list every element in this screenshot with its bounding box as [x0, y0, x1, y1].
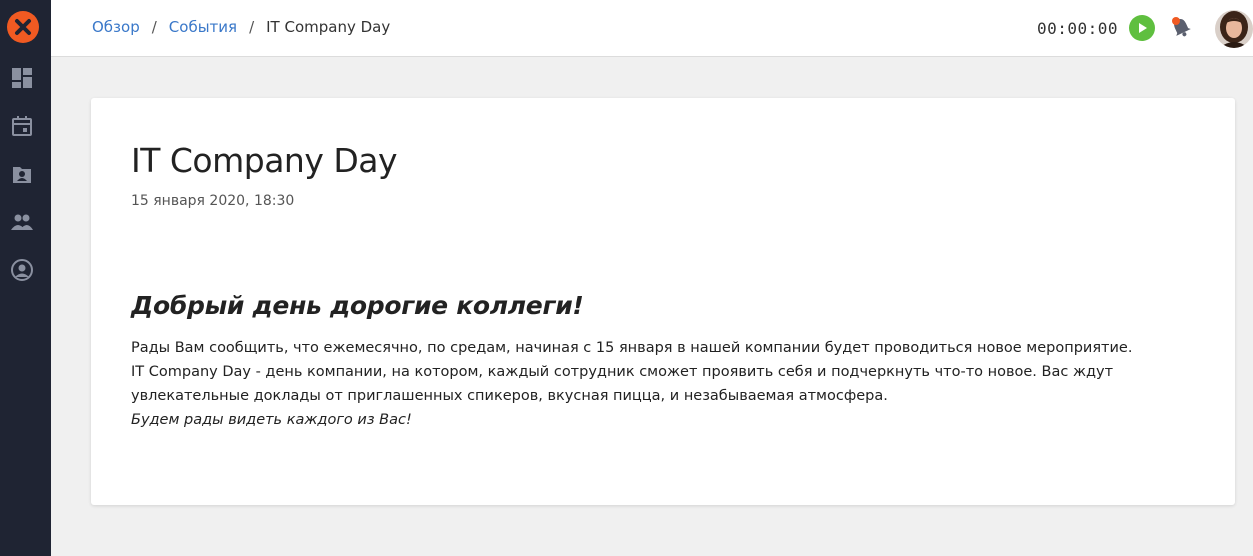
people-icon[interactable] — [10, 210, 34, 234]
description-line: Рады Вам сообщить, что ежемесячно, по ср… — [131, 340, 1133, 356]
breadcrumb-current: IT Company Day — [266, 18, 391, 36]
timer-display: 00:00:00 — [1037, 19, 1119, 38]
event-date: 15 января 2020, 18:30 — [131, 193, 295, 209]
breadcrumb-overview-link[interactable]: Обзор — [92, 18, 140, 36]
play-icon[interactable] — [1129, 15, 1155, 41]
breadcrumb-events-link[interactable]: События — [169, 18, 237, 36]
dashboard-icon[interactable] — [10, 66, 34, 90]
bell-icon[interactable] — [1169, 15, 1193, 39]
top-bar: Обзор / События / IT Company Day 00:00:0… — [51, 0, 1253, 57]
calendar-icon[interactable] — [10, 114, 34, 138]
event-card: IT Company Day 15 января 2020, 18:30 Доб… — [91, 98, 1235, 505]
breadcrumb-separator: / — [151, 18, 157, 36]
event-greeting: Добрый день дорогие коллеги! — [131, 291, 584, 320]
sidebar — [0, 0, 51, 556]
contact-folder-icon[interactable] — [10, 162, 34, 186]
description-line: IT Company Day - день компании, на котор… — [131, 364, 1114, 380]
close-x-logo-icon[interactable] — [7, 11, 39, 43]
breadcrumb-separator: / — [249, 18, 255, 36]
event-description: Рады Вам сообщить, что ежемесячно, по ср… — [131, 336, 1133, 432]
description-line: увлекательные доклады от приглашенных сп… — [131, 388, 888, 404]
breadcrumb: Обзор / События / IT Company Day — [92, 18, 390, 36]
user-circle-icon[interactable] — [10, 258, 34, 282]
user-avatar[interactable] — [1215, 10, 1253, 48]
description-closing: Будем рады видеть каждого из Вас! — [131, 412, 412, 428]
event-title: IT Company Day — [131, 141, 398, 180]
